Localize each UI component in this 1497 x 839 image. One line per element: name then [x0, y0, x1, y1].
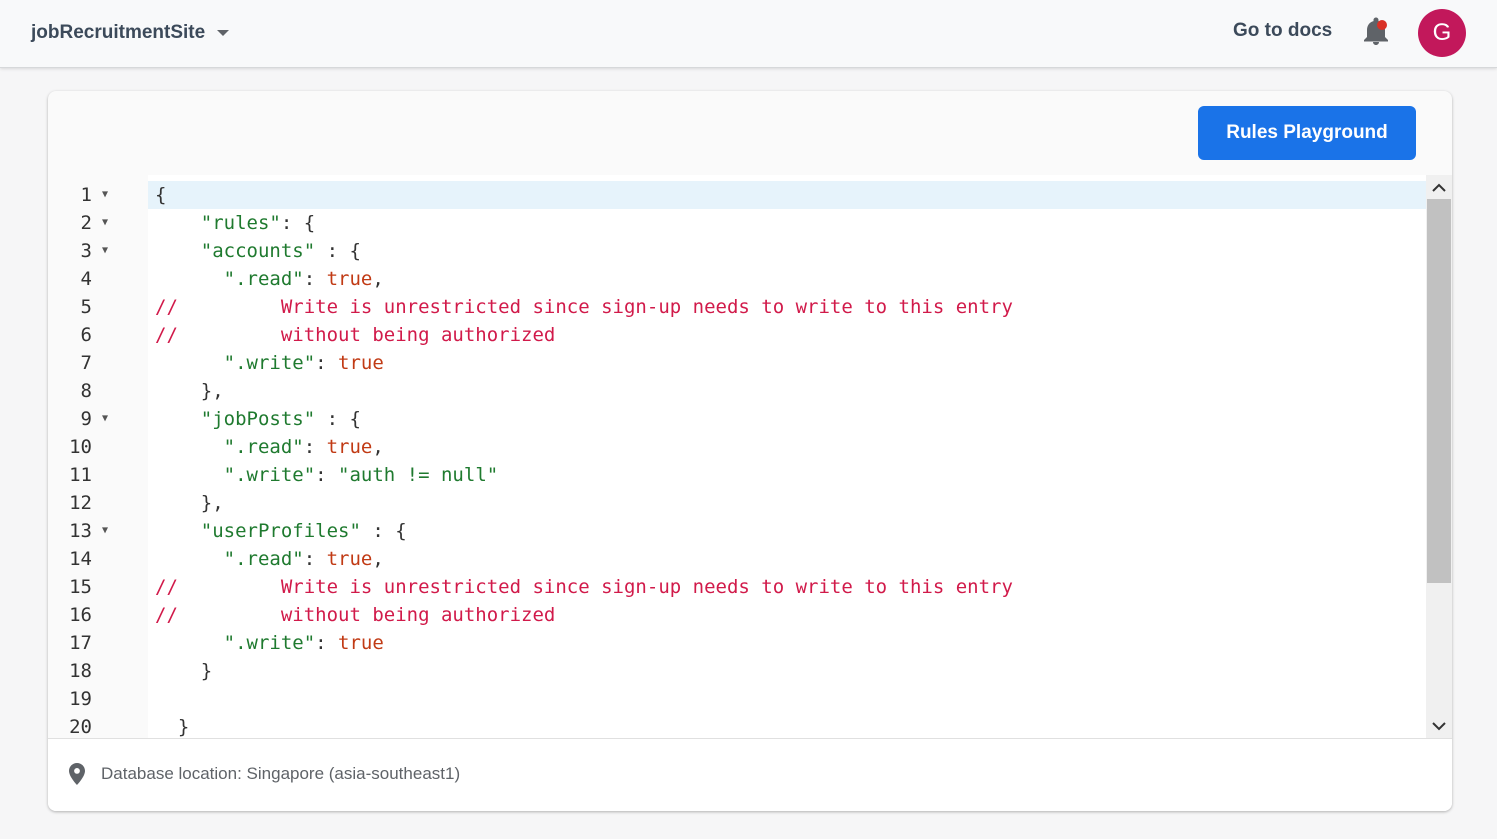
code-line: "jobPosts" : {: [200, 408, 361, 430]
gutter-line: 19: [48, 685, 148, 713]
fold-arrow-icon[interactable]: ▼: [102, 517, 108, 545]
code-line: // without being authorized: [155, 604, 556, 626]
scroll-up-button[interactable]: [1426, 175, 1452, 199]
code-line: "userProfiles" : {: [200, 520, 407, 542]
line-number: 2: [80, 212, 92, 234]
location-pin-icon: [69, 763, 85, 785]
top-bar: jobRecruitmentSite Go to docs G: [0, 0, 1497, 68]
scrollbar-thumb[interactable]: [1427, 199, 1451, 583]
code-line: ".write": true: [223, 352, 384, 374]
code-line: ".read": true,: [223, 268, 384, 290]
code-line: // Write is unrestricted since sign-up n…: [155, 296, 1013, 318]
gutter-line: 16: [48, 601, 148, 629]
code-line: }: [200, 660, 213, 682]
fold-arrow-icon[interactable]: ▼: [102, 181, 108, 209]
gutter-line: 2 ▼: [48, 209, 148, 237]
gutter-line: 17: [48, 629, 148, 657]
line-number: 6: [80, 324, 92, 346]
line-number-gutter: 1 ▼ 2 ▼ 3 ▼ 4 5 6 7 8 9 ▼ 10 11 12 13 ▼ 14 15…: [48, 175, 148, 738]
line-number: 5: [80, 296, 92, 318]
line-number: 10: [69, 436, 92, 458]
gutter-line: 5: [48, 293, 148, 321]
scroll-down-button[interactable]: [1426, 714, 1452, 738]
fold-arrow-icon[interactable]: ▼: [102, 405, 108, 433]
gutter-line: 4: [48, 265, 148, 293]
gutter-line: 7: [48, 349, 148, 377]
gutter-line: 11: [48, 461, 148, 489]
gutter-line: 14: [48, 545, 148, 573]
gutter-line: 18: [48, 657, 148, 685]
caret-down-icon: [217, 30, 230, 36]
database-location: Database location: Singapore (asia-south…: [101, 764, 461, 783]
rules-card: Rules Playground 1 ▼ 2 ▼ 3 ▼ 4 5 6 7 8 9 ▼ 1…: [48, 91, 1452, 811]
gutter-line: 6: [48, 321, 148, 349]
user-avatar[interactable]: G: [1418, 9, 1466, 57]
code-line: // Write is unrestricted since sign-up n…: [155, 576, 1013, 598]
line-number: 15: [69, 576, 92, 598]
code-line: ".write": "auth != null": [223, 464, 499, 486]
line-number: 8: [80, 380, 92, 402]
code-line: ".write": true: [223, 632, 384, 654]
line-number: 12: [69, 492, 92, 514]
line-number: 16: [69, 604, 92, 626]
gutter-line: 10: [48, 433, 148, 461]
code-line: {: [155, 184, 167, 206]
line-number: 9: [80, 408, 92, 430]
gutter-line: 1 ▼: [48, 181, 148, 209]
gutter-line: 3 ▼: [48, 237, 148, 265]
line-number: 17: [69, 632, 92, 654]
line-number: 7: [80, 352, 92, 374]
code-line: },: [200, 492, 224, 514]
line-number: 4: [80, 268, 92, 290]
gutter-line: 8: [48, 377, 148, 405]
code-line: "accounts" : {: [200, 240, 361, 262]
line-number: 1: [80, 184, 92, 206]
code-line: "rules": {: [200, 212, 316, 234]
code-line: // without being authorized: [155, 324, 556, 346]
fold-arrow-icon[interactable]: ▼: [102, 209, 108, 237]
code-line: ".read": true,: [223, 548, 384, 570]
line-number: 18: [69, 660, 92, 682]
chevron-down-icon: [1432, 721, 1446, 730]
rules-editor[interactable]: 1 ▼ 2 ▼ 3 ▼ 4 5 6 7 8 9 ▼ 10 11 12 13 ▼ 14 15…: [48, 175, 1452, 738]
editor-footer: Database location: Singapore (asia-south…: [48, 738, 1452, 811]
go-to-docs-link[interactable]: Go to docs: [1233, 20, 1332, 42]
line-number: 14: [69, 548, 92, 570]
editor-scrollbar[interactable]: [1426, 175, 1452, 738]
chevron-up-icon: [1432, 183, 1446, 192]
line-number: 3: [80, 240, 92, 262]
line-number: 13: [69, 520, 92, 542]
active-line-highlight: [148, 181, 1426, 209]
code-line: },: [200, 380, 224, 402]
code-area[interactable]: { "rules": { "accounts" : { ".read": tru…: [148, 175, 1426, 738]
notification-dot: [1377, 20, 1387, 30]
fold-arrow-icon[interactable]: ▼: [102, 237, 108, 265]
code-line: }: [177, 716, 190, 738]
line-number: 20: [69, 716, 92, 738]
gutter-line: 15: [48, 573, 148, 601]
line-number: 19: [69, 688, 92, 710]
project-name: jobRecruitmentSite: [31, 22, 206, 43]
gutter-line: 12: [48, 489, 148, 517]
notification-bell-icon[interactable]: [1362, 17, 1390, 47]
line-number: 11: [69, 464, 92, 486]
project-selector[interactable]: jobRecruitmentSite: [31, 20, 230, 46]
rules-playground-button[interactable]: Rules Playground: [1198, 106, 1416, 160]
code-line: ".read": true,: [223, 436, 384, 458]
gutter-line: 13 ▼: [48, 517, 148, 545]
gutter-line: 9 ▼: [48, 405, 148, 433]
gutter-line: 20: [48, 713, 148, 738]
